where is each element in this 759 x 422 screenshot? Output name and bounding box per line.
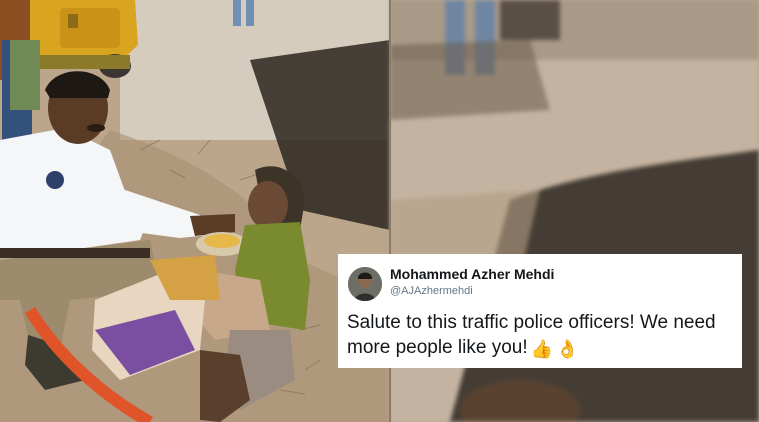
- author-handle: @AJAzhermehdi: [390, 285, 473, 297]
- tweet-card: Mohammed Azher Mehdi @AJAzhermehdi Salut…: [338, 254, 742, 368]
- thumbs-up-emoji: 👍: [530, 339, 554, 359]
- news-image: Mohammed Azher Mehdi @AJAzhermehdi Salut…: [0, 0, 759, 422]
- author-avatar: [348, 267, 382, 301]
- auto-rickshaw: [25, 0, 138, 78]
- tweet-body: Salute to this traffic police officers! …: [347, 310, 737, 360]
- left-photo: [0, 0, 390, 422]
- author-name: Mohammed Azher Mehdi: [390, 266, 555, 282]
- ok-hand-emoji: 👌: [556, 339, 579, 359]
- avatar-icon: [348, 267, 382, 301]
- left-photo-scene: [0, 0, 390, 422]
